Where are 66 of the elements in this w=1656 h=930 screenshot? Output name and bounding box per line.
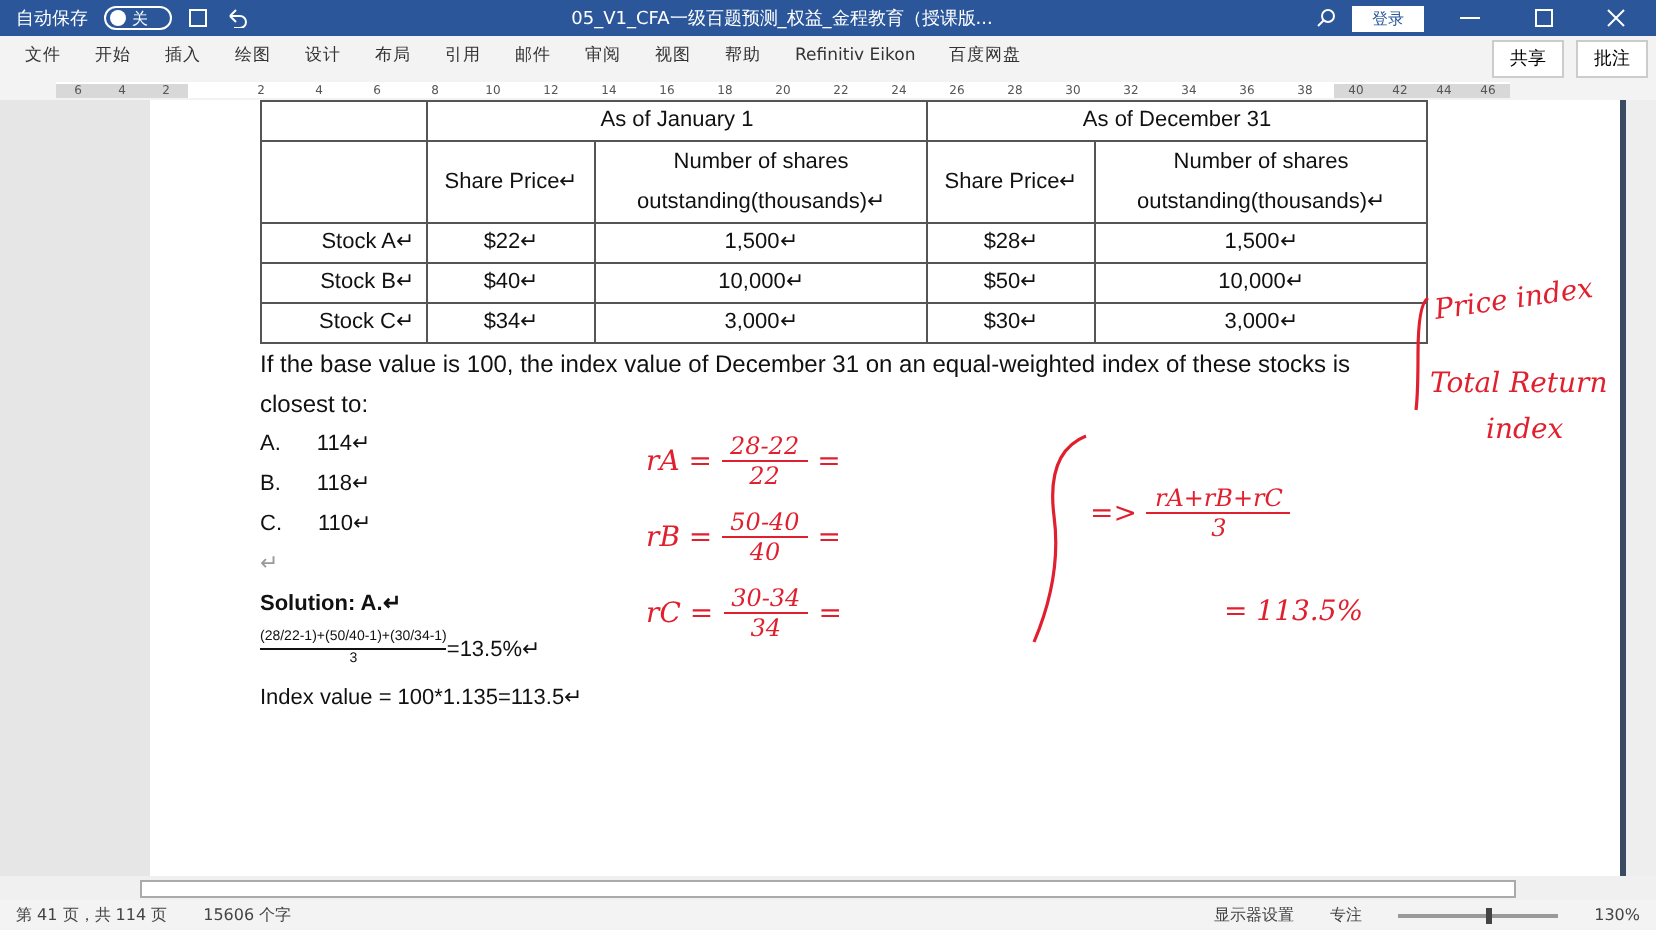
table-cell: 1,500↵ [595,223,927,263]
menu-tab[interactable]: 邮件 [498,40,568,76]
menu-tab[interactable]: Refinitiv Eikon [778,42,933,74]
option-letter: B. [260,470,281,500]
table-header: Number of shares outstanding(thousands)↵ [1095,141,1427,223]
table-cell: $50↵ [927,263,1095,303]
table-cell: $30↵ [927,303,1095,343]
menu-tab[interactable]: 审阅 [568,40,638,76]
table-header: As of January 1 [427,101,927,141]
horizontal-scrollbar[interactable] [140,879,1516,897]
vertical-scrollbar[interactable] [1620,100,1656,876]
table-cell: $34↵ [427,303,595,343]
option-text: 118↵ [316,470,370,500]
index-value-text: Index value = 100*1.135=113.5↵ [260,684,583,714]
table-cell: Stock A↵ [261,223,427,263]
handwritten-note: Price index [1432,273,1596,327]
save-icon[interactable] [188,8,208,28]
zoom-level: 130% [1594,906,1640,924]
option-text: 114↵ [316,430,370,460]
table-cell: 10,000↵ [1095,263,1427,303]
handwritten-note: Total Return [1430,368,1608,400]
table-header: Share Price↵ [427,141,595,223]
undo-icon[interactable] [224,8,248,28]
table-cell: 3,000↵ [595,303,927,343]
solution-result: =13.5%↵ [446,635,541,665]
search-icon[interactable] [1316,8,1336,28]
menu-tab[interactable]: 百度网盘 [932,40,1039,76]
menu-tab[interactable]: 插入 [148,40,218,76]
table-cell: 1,500↵ [1095,223,1427,263]
login-button[interactable]: 登录 [1352,5,1424,31]
paragraph-mark: ↵ [260,550,278,580]
menu-tab[interactable]: 设计 [288,40,358,76]
menu-tab[interactable]: 文件 [8,40,78,76]
option-text: 110↵ [318,510,372,540]
solution-heading: Solution: A.↵ [260,590,401,620]
menu-tab[interactable]: 帮助 [708,40,778,76]
table-cell: 3,000↵ [1095,303,1427,343]
table-header: As of December 31 [927,101,1427,141]
table-cell: Stock C↵ [261,303,427,343]
page-count: 第 41 页，共 114 页 [16,904,168,926]
handwritten-note: = 113.5% [1224,596,1364,628]
word-count: 15606 个字 [203,904,292,926]
table-cell: Stock B↵ [261,263,427,303]
table-cell: $40↵ [427,263,595,303]
focus-button[interactable]: 专注 [1330,904,1363,926]
option-letter: C. [260,510,282,540]
table-cell: $22↵ [427,223,595,263]
option-letter: A. [260,430,281,460]
brace-stroke [1412,296,1432,412]
display-settings-button[interactable]: 显示器设置 [1214,904,1295,926]
menu-tab[interactable]: 视图 [638,40,708,76]
share-button[interactable]: 共享 [1492,39,1564,77]
autosave-label: 自动保存 [16,7,88,31]
menu-tab[interactable]: 绘图 [218,40,288,76]
question-text: If the base value is 100, the index value of December 31 on an equal-weighted index of these stocks is closest to: [260,348,1353,422]
table-header: Number of shares outstanding(thousands)↵ [595,141,927,223]
menu-tab[interactable]: 开始 [78,40,148,76]
table-cell: 10,000↵ [595,263,927,303]
menu-tab[interactable]: 布局 [358,40,428,76]
table-cell: $28↵ [927,223,1095,263]
autosave-toggle[interactable]: 关 [104,6,172,30]
menu-tab[interactable]: 引用 [428,40,498,76]
window-title: 05_V1_CFA一级百题预测_权益_金程教育（授课版... [569,6,995,31]
comments-button[interactable]: 批注 [1576,39,1648,77]
handwritten-note: index [1486,414,1564,446]
table-header: Share Price↵ [927,141,1095,223]
